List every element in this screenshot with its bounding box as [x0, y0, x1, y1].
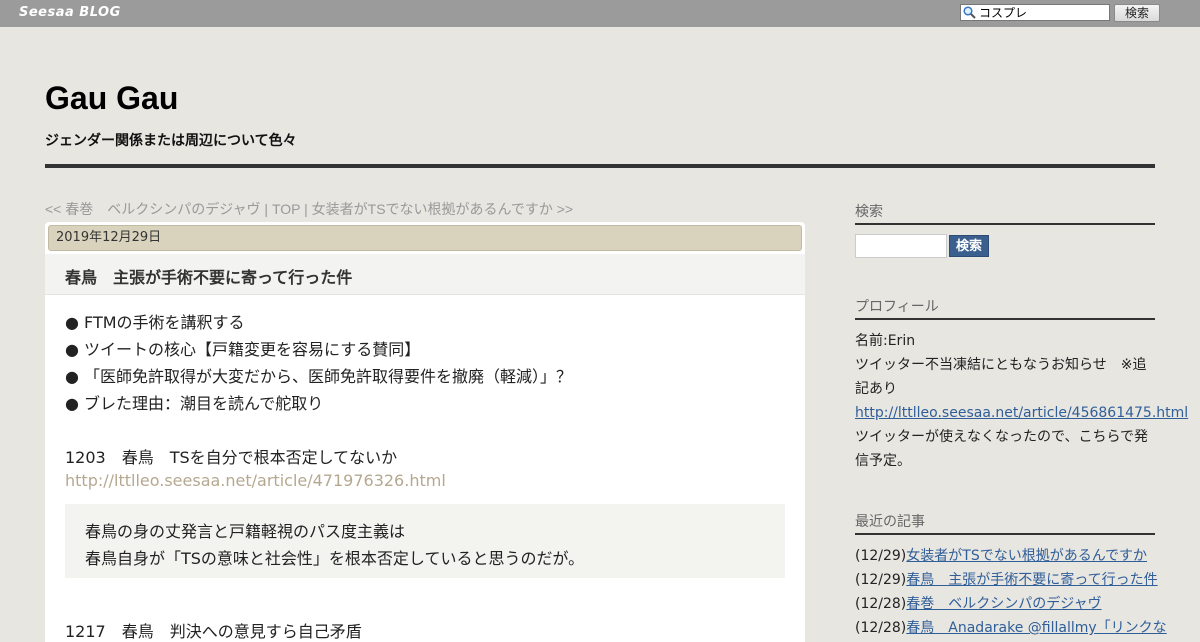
top-search-input[interactable] — [979, 5, 1107, 20]
nav-separator: | — [300, 201, 312, 217]
article: 2019年12月29日 春鳥 主張が手術不要に寄って行った件 ● FTMの手術を… — [45, 222, 805, 642]
section-heading: 1217 春鳥 判決への意見すら自己矛盾 — [65, 622, 362, 641]
recent-date: (12/29) — [855, 572, 907, 588]
article-link-wrap: http://lttlleo.seesaa.net/article/471976… — [65, 471, 446, 490]
site-description: ジェンダー関係または周辺について色々 — [45, 133, 297, 149]
sidebar-search-heading: 検索 — [855, 201, 1155, 225]
recent-articles-heading: 最近の記事 — [855, 511, 1155, 535]
section-heading: 1203 春鳥 TSを自分で根本否定してないか — [65, 448, 398, 467]
profile-name: 名前:Erin — [855, 333, 916, 349]
article-link[interactable]: http://lttlleo.seesaa.net/article/471976… — [65, 471, 446, 490]
article-title[interactable]: 春鳥 主張が手術不要に寄って行った件 — [65, 264, 352, 288]
top-link[interactable]: TOP — [272, 201, 300, 217]
recent-article-link[interactable]: 春鳥 Anadarake @fillallmy「リンクな — [906, 620, 1166, 636]
recent-article-link[interactable]: 女装者がTSでない根拠があるんですか — [906, 548, 1147, 564]
recent-date: (12/28) — [855, 620, 907, 636]
header-divider — [45, 164, 1155, 168]
recent-article-link[interactable]: 春巻 ベルクシンパのデジャヴ — [906, 596, 1101, 612]
profile-text: ツイッターが使えなくなったので、こちらで発信予定。 — [855, 429, 1149, 469]
profile-heading: プロフィール — [855, 296, 1155, 320]
article-title-bar: 春鳥 主張が手術不要に寄って行った件 — [45, 254, 805, 295]
top-search-box[interactable] — [960, 4, 1110, 21]
bullet-item: ● ブレた理由：潮目を読んで舵取り — [65, 394, 324, 413]
sidebar-search-input[interactable] — [855, 234, 947, 258]
recent-date: (12/29) — [855, 548, 907, 564]
bullet-item: ● FTMの手術を講釈する — [65, 313, 245, 332]
quote-block: 春鳥の身の丈発言と戸籍軽視のパス度主義は 春鳥自身が「TSの意味と社会性」を根本… — [65, 504, 785, 578]
quote-line: 春鳥の身の丈発言と戸籍軽視のパス度主義は — [85, 522, 406, 541]
recent-article-item: (12/29)女装者がTSでない根拠があるんですか — [855, 544, 1155, 568]
profile-notice: ツイッター不当凍結にともなうお知らせ ※追記あり — [855, 357, 1147, 397]
bullet-item: ● ツイートの核心【戸籍変更を容易にする賛同】 — [65, 340, 421, 359]
recent-article-item: (12/28)春鳥 Anadarake @fillallmy「リンクな — [855, 616, 1167, 640]
recent-article-item: (12/29)春鳥 主張が手術不要に寄って行った件 — [855, 568, 1158, 592]
recent-article-link[interactable]: 春鳥 主張が手術不要に寄って行った件 — [906, 572, 1157, 588]
quote-line: 春鳥自身が「TSの意味と社会性」を根本否定していると思うのだが。 — [85, 549, 585, 568]
prev-article-link[interactable]: << 春巻 ベルクシンパのデジャヴ — [45, 201, 261, 217]
search-icon — [963, 6, 976, 19]
top-search-button[interactable]: 検索 — [1114, 4, 1160, 22]
top-bar: Seesaa BLOG 検索 — [0, 0, 1200, 27]
recent-articles-list: (12/29)女装者がTSでない根拠があるんですか (12/29)春鳥 主張が手… — [855, 544, 1167, 640]
profile-link[interactable]: http://lttlleo.seesaa.net/article/456861… — [855, 405, 1188, 421]
site-title[interactable]: Gau Gau — [45, 80, 178, 117]
article-navigation: << 春巻 ベルクシンパのデジャヴ | TOP | 女装者がTSでない根拠がある… — [45, 199, 573, 219]
nav-separator: | — [260, 201, 272, 217]
recent-article-item: (12/28)春巻 ベルクシンパのデジャヴ — [855, 592, 1155, 616]
profile-box: 名前:Erin ツイッター不当凍結にともなうお知らせ ※追記あり http://… — [855, 329, 1188, 473]
sidebar-search-button[interactable]: 検索 — [949, 235, 989, 257]
article-date: 2019年12月29日 — [48, 225, 802, 251]
seesaa-blog-logo[interactable]: Seesaa BLOG — [19, 5, 121, 20]
bullet-item: ● 「医師免許取得が大変だから、医師免許取得要件を撤廃（軽減）」？ — [65, 367, 573, 386]
recent-date: (12/28) — [855, 596, 907, 612]
next-article-link[interactable]: 女装者がTSでない根拠があるんですか >> — [312, 201, 573, 217]
